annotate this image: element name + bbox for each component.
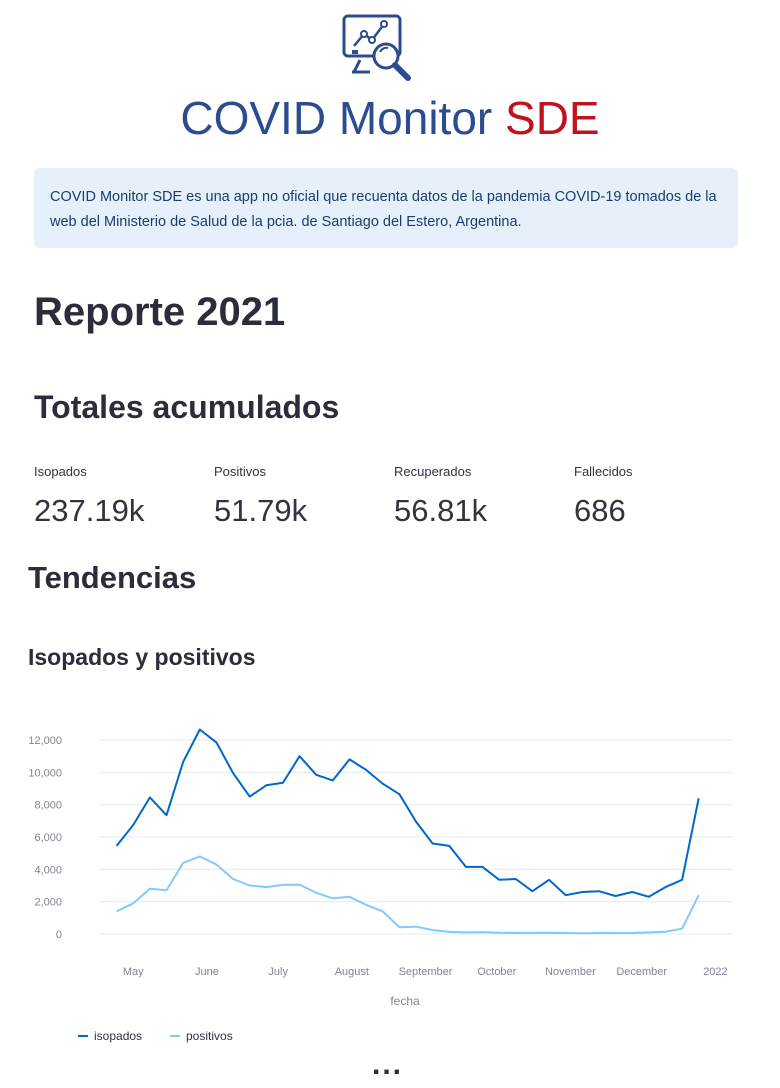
series-line-isopados[interactable] [115, 728, 700, 898]
totals-heading: Totales acumulados [34, 389, 340, 425]
chart-grid [100, 739, 732, 935]
y-tick-label: 6,000 [34, 832, 62, 844]
metric-label: Positivos [214, 464, 267, 479]
metric-isopados: Isopados 237.19k [34, 462, 144, 536]
metric-value: 686 [574, 493, 626, 528]
app-title-accent: SDE [505, 92, 600, 144]
x-axis-ticks: May June July August September October Novembe… [123, 966, 728, 978]
trends-heading: Tendencias [28, 560, 197, 595]
metric-recuperados: Recuperados 56.81k [394, 462, 487, 536]
y-tick-label: 2,000 [34, 897, 62, 909]
x-tick-label: December [616, 966, 667, 978]
app-title: COVID Monitor SDE [0, 88, 780, 148]
info-alert: COVID Monitor SDE es una app no oficial … [34, 168, 738, 248]
y-tick-label: 12,000 [28, 735, 62, 747]
metric-label: Fallecidos [574, 464, 633, 479]
metric-label: Isopados [34, 464, 87, 479]
metric-fallecidos: Fallecidos 686 [574, 462, 633, 536]
y-axis-ticks: 0 2,000 4,000 6,000 8,000 10,000 12,000 [28, 735, 62, 941]
x-tick-label: October [477, 966, 516, 978]
x-tick-label: September [399, 966, 453, 978]
app-title-main: COVID Monitor [180, 92, 493, 144]
y-tick-label: 8,000 [34, 800, 62, 812]
metric-label: Recuperados [394, 464, 472, 479]
metric-value: 237.19k [34, 493, 145, 528]
x-tick-label: November [545, 966, 596, 978]
legend-item-positivos[interactable]: positivos [186, 1029, 233, 1043]
x-tick-label: 2022 [703, 966, 727, 978]
y-tick-label: 4,000 [34, 864, 62, 876]
monitor-chart-search-icon [342, 14, 411, 81]
x-axis-label: fecha [390, 994, 420, 1008]
chart-series [115, 728, 700, 935]
y-tick-label: 0 [56, 929, 62, 941]
chart-heading: Isopados y positivos [28, 644, 256, 670]
x-tick-label: June [195, 966, 219, 978]
x-tick-label: May [123, 966, 144, 978]
metric-value: 51.79k [214, 493, 308, 528]
x-tick-label: July [268, 966, 288, 978]
more-content-ellipsis: ... [372, 1048, 404, 1081]
chart-legend: isopados positivos [78, 1029, 233, 1043]
x-tick-label: August [335, 966, 369, 978]
y-tick-label: 10,000 [28, 767, 62, 779]
legend-item-isopados[interactable]: isopados [94, 1029, 142, 1043]
metric-positivos: Positivos 51.79k [214, 462, 307, 536]
metric-value: 56.81k [394, 493, 488, 528]
report-title: Reporte 2021 [34, 290, 286, 334]
line-chart[interactable]: 0 2,000 4,000 6,000 8,000 10,000 12,000 May Jun… [0, 700, 780, 1060]
info-text: COVID Monitor SDE es una app no oficial … [50, 189, 717, 230]
